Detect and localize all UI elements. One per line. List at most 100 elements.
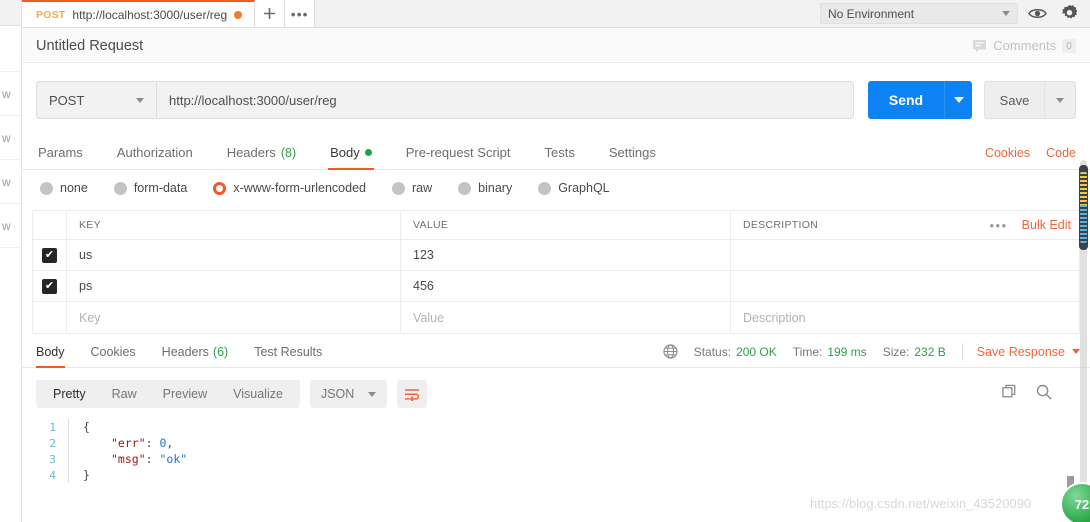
http-method-select[interactable]: POST [36,81,156,119]
page-title: Untitled Request [36,37,144,54]
radio-icon [392,181,405,195]
response-language-select[interactable]: JSON [309,380,388,408]
table-header-checkbox-cell [33,211,67,239]
tab-params[interactable]: Params [36,136,85,170]
column-header-key: KEY [67,211,401,239]
chevron-down-icon [953,97,964,103]
row-value-input[interactable]: 456 [401,271,731,301]
save-options-button[interactable] [1044,81,1076,119]
environment-quick-look-button[interactable] [1024,3,1050,24]
row-description-input-placeholder[interactable]: Description [731,302,1079,333]
chevron-down-icon [1056,97,1064,103]
bulk-edit-button[interactable]: Bulk Edit [1022,218,1071,232]
tab-settings[interactable]: Settings [607,136,658,170]
chevron-down-icon [1072,349,1080,354]
comments-button[interactable]: Comments 0 [972,38,1076,53]
table-row[interactable]: ✔ ps 456 [33,271,1079,302]
row-key-input[interactable]: us [67,240,401,270]
format-raw-button[interactable]: Raw [99,380,150,408]
environment-select[interactable]: No Environment [820,3,1018,24]
row-value-input[interactable]: 123 [401,240,731,270]
response-language-value: JSON [320,387,355,401]
settings-button[interactable] [1056,3,1082,24]
save-response-button[interactable]: Save Response [977,345,1080,359]
new-tab-button[interactable] [255,0,286,27]
send-button[interactable]: Send [868,81,944,119]
row-checkbox-cell[interactable] [33,302,67,333]
sidebar-truncated-item[interactable]: w [0,72,21,116]
send-options-button[interactable] [944,81,972,119]
row-checkbox-cell[interactable]: ✔ [33,271,67,301]
code-line: 1 { [22,419,1090,435]
search-response-button[interactable] [1036,384,1052,405]
request-tab-url: http://localhost:3000/user/reg [72,7,228,22]
tab-body-label: Body [330,145,360,160]
chevron-down-icon [1002,11,1010,16]
response-tab-cookies[interactable]: Cookies [91,336,136,368]
http-method-value: POST [49,92,85,108]
tab-authorization[interactable]: Authorization [115,136,195,170]
tab-pre-request-script[interactable]: Pre-request Script [404,136,513,170]
sidebar-truncated-item[interactable]: w [0,160,21,204]
radio-icon [538,181,552,195]
response-tab-headers-label: Headers [161,344,209,359]
copy-icon [1002,384,1016,397]
cookies-link[interactable]: Cookies [985,146,1030,160]
sidebar-truncated-item[interactable]: w [0,116,21,160]
code-token-punct: , [166,436,174,450]
tab-authorization-label: Authorization [116,145,193,160]
url-bar: POST http://localhost:3000/user/reg Send… [22,64,1090,136]
code-link[interactable]: Code [1046,146,1076,160]
comment-icon [973,39,987,52]
code-gutter [68,419,69,435]
radio-icon [113,181,127,195]
request-title-row: Untitled Request Comments 0 [22,29,1090,63]
request-tab[interactable]: POST http://localhost:3000/user/reg [22,0,256,27]
code-token-key: "msg" [111,452,146,466]
format-visualize-button[interactable]: Visualize [220,380,296,408]
checkbox-checked-icon[interactable]: ✔ [42,247,57,263]
comments-label: Comments [993,38,1057,53]
sidebar-truncated-item[interactable]: w [0,204,21,248]
tab-tests[interactable]: Tests [543,136,577,170]
save-button[interactable]: Save [984,81,1044,119]
row-description-input[interactable] [731,271,1079,301]
url-input[interactable]: http://localhost:3000/user/reg [156,81,854,119]
radio-icon [40,181,53,195]
watermark-text: https://blog.csdn.net/weixin_43520090 [810,496,1032,511]
row-description-input[interactable] [731,240,1079,270]
body-type-binary[interactable]: binary [458,181,512,195]
body-type-none[interactable]: none [40,181,88,195]
response-tab-test-results-label: Test Results [254,344,323,359]
row-value-input-placeholder[interactable]: Value [401,302,731,333]
row-checkbox-cell[interactable]: ✔ [33,240,67,270]
response-tab-test-results[interactable]: Test Results [254,336,322,368]
body-type-form-data[interactable]: form-data [113,181,187,195]
format-pretty-button[interactable]: Pretty [40,380,99,408]
table-row[interactable]: ✔ us 123 [33,240,1079,271]
response-tab-body[interactable]: Body [36,336,65,368]
tab-headers-label: Headers [226,145,276,160]
table-header-row: KEY VALUE DESCRIPTION ••• Bulk Edit [33,211,1079,240]
tab-options-button[interactable]: ••• [285,0,316,27]
comments-count: 0 [1062,38,1076,53]
response-tab-headers[interactable]: Headers (6) [162,336,229,368]
table-options-button[interactable]: ••• [990,218,1008,233]
eye-icon [1027,9,1047,18]
network-globe-button[interactable] [663,344,678,359]
table-row-empty[interactable]: Key Value Description [33,302,1079,333]
copy-response-button[interactable] [1002,384,1018,405]
body-type-none-label: none [60,181,88,195]
body-type-graphql[interactable]: GraphQL [538,181,610,195]
body-type-raw[interactable]: raw [392,181,432,195]
column-header-value: VALUE [401,211,731,239]
checkbox-checked-icon[interactable]: ✔ [42,278,57,294]
tab-headers[interactable]: Headers (8) [225,136,298,170]
format-preview-button[interactable]: Preview [150,380,220,408]
tab-body[interactable]: Body [328,136,374,170]
row-key-input[interactable]: ps [67,271,401,301]
word-wrap-button[interactable] [397,380,428,408]
row-key-input-placeholder[interactable]: Key [67,302,401,333]
body-type-x-www-form-urlencoded[interactable]: x-www-form-urlencoded [213,181,366,195]
tab-tests-label: Tests [544,145,575,160]
